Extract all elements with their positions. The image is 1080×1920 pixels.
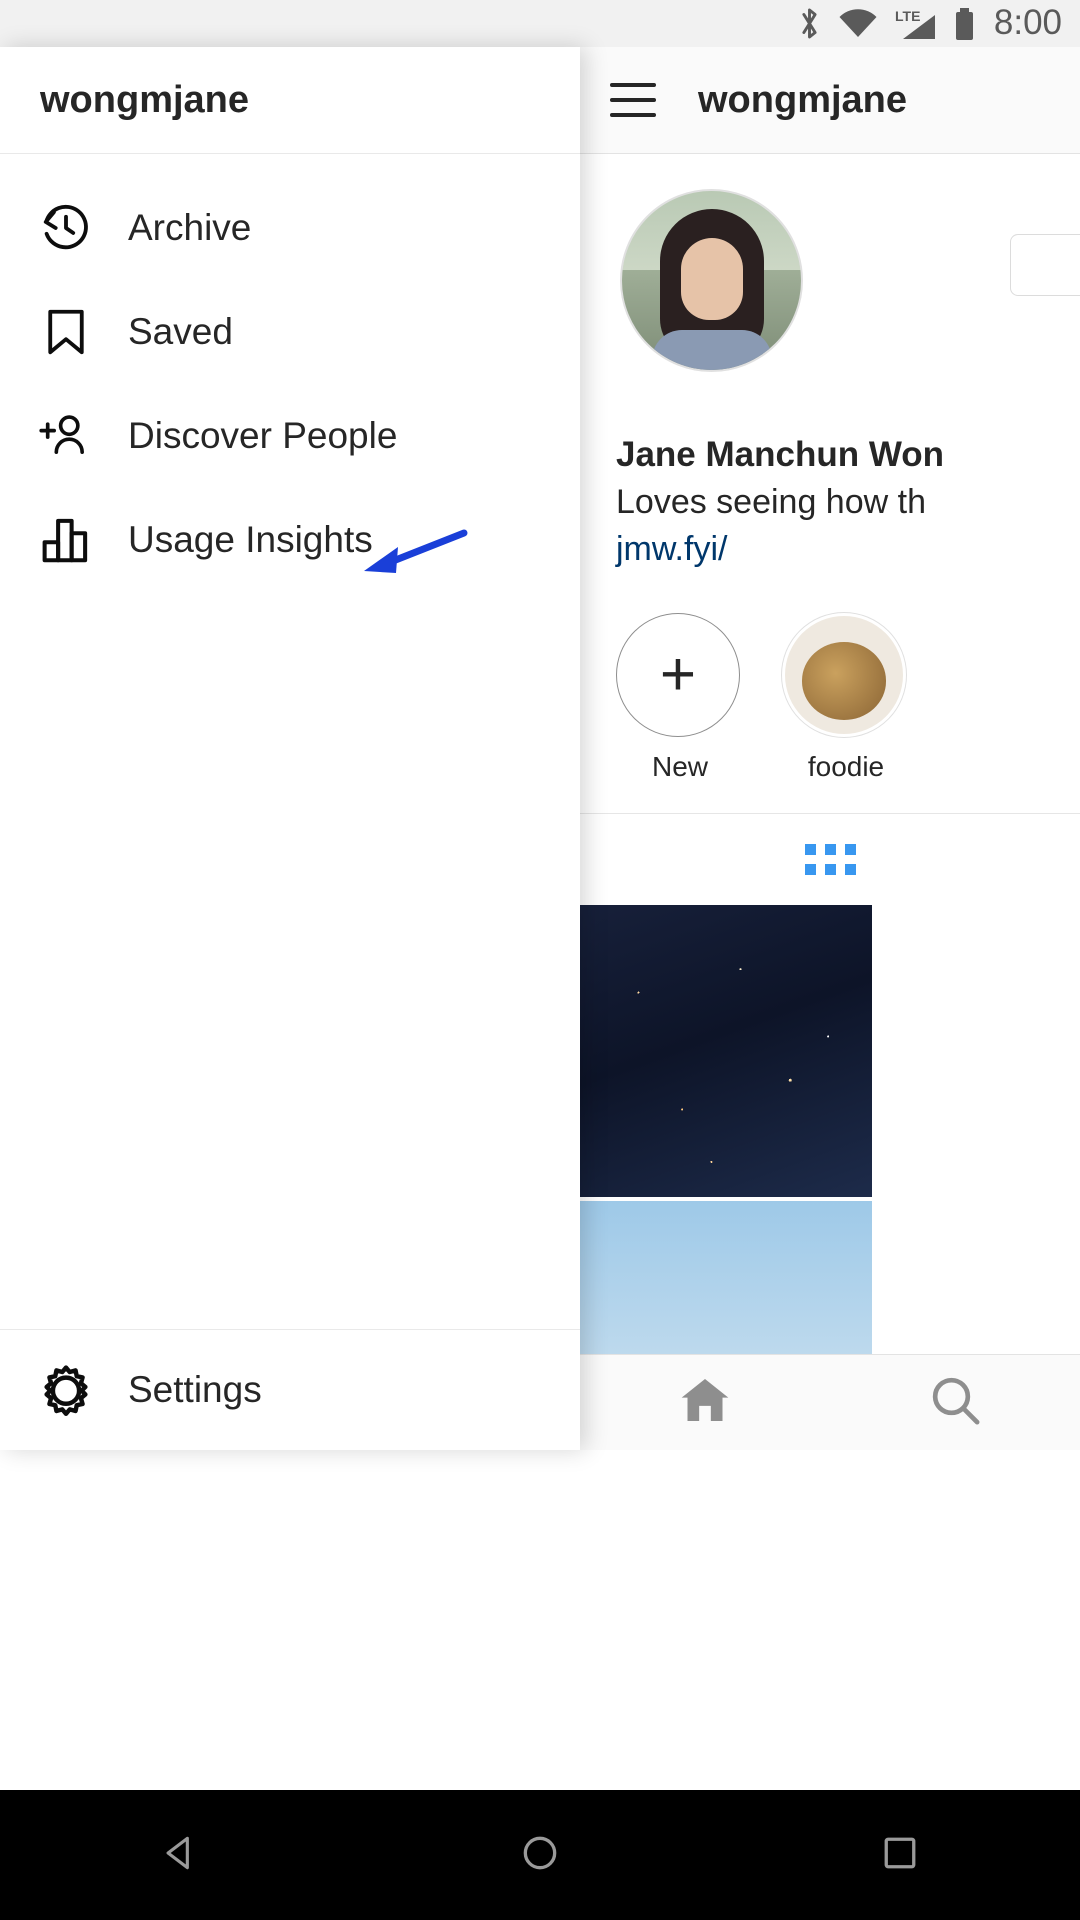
bar-chart-icon	[38, 512, 94, 568]
highlight-label: New	[651, 751, 708, 782]
gear-icon	[38, 1362, 94, 1418]
profile-tabbar	[580, 813, 1080, 905]
avatar-image	[622, 191, 801, 370]
profile-full-name: Jane Manchun Won	[616, 435, 944, 474]
lte-signal-icon: LTE	[893, 7, 939, 41]
bookmark-icon	[38, 304, 94, 360]
profile-header: wongmjane	[580, 47, 1080, 154]
battery-icon	[954, 7, 975, 41]
annotation-arrow-icon	[352, 525, 472, 600]
highlight-foodie[interactable]: foodie	[782, 613, 910, 783]
drawer-username: wongmjane	[40, 78, 250, 121]
highlight-thumbnail	[782, 613, 906, 737]
drawer-item-saved[interactable]: Saved	[0, 280, 580, 384]
story-highlights: + New foodie	[580, 569, 1080, 813]
grid-photo[interactable]	[580, 905, 872, 1197]
drawer-item-label: Usage Insights	[128, 519, 373, 560]
drawer-item-label: Saved	[128, 311, 233, 352]
profile-top: Jane Manchun Won Loves seeing how th jmw…	[580, 154, 1080, 569]
home-circle-icon[interactable]	[518, 1831, 562, 1880]
edit-profile-button[interactable]	[1010, 234, 1080, 296]
bluetooth-icon	[796, 5, 823, 42]
status-time: 8:00	[993, 2, 1062, 42]
svg-text:LTE: LTE	[895, 8, 920, 24]
avatar[interactable]	[620, 189, 803, 372]
drawer-item-usage-insights[interactable]: Usage Insights	[0, 488, 580, 592]
back-triangle-icon[interactable]	[158, 1831, 202, 1880]
drawer-item-label: Archive	[128, 207, 252, 248]
status-bar: LTE 8:00	[0, 0, 1080, 47]
bottom-nav	[580, 1354, 1080, 1450]
navigation-drawer: wongmjane Archive Saved Discover People …	[0, 47, 580, 1450]
drawer-item-archive[interactable]: Archive	[0, 176, 580, 280]
hamburger-icon[interactable]	[610, 83, 656, 117]
drawer-footer: Settings	[0, 1329, 580, 1450]
drawer-item-label: Settings	[128, 1369, 262, 1410]
drawer-item-discover-people[interactable]: Discover People	[0, 384, 580, 488]
drawer-menu: Archive Saved Discover People Usage Insi…	[0, 154, 580, 592]
highlight-label: foodie	[807, 751, 885, 782]
highlight-new[interactable]: + New	[616, 613, 744, 783]
search-icon[interactable]	[927, 1372, 983, 1433]
android-navigation-bar	[0, 1790, 1080, 1920]
profile-meta: Jane Manchun Won Loves seeing how th jmw…	[580, 435, 1080, 569]
grid-dots-icon[interactable]	[804, 844, 856, 875]
profile-header-title: wongmjane	[698, 78, 908, 121]
person-add-icon	[38, 408, 94, 464]
drawer-item-settings[interactable]: Settings	[0, 1330, 580, 1450]
archive-clock-icon	[38, 200, 94, 256]
plus-icon: +	[616, 613, 740, 737]
drawer-item-label: Discover People	[128, 415, 398, 456]
profile-bio: Loves seeing how th	[616, 483, 926, 521]
profile-link[interactable]: jmw.fyi/	[616, 530, 1080, 569]
home-icon[interactable]	[677, 1372, 733, 1433]
wifi-icon	[838, 8, 878, 39]
drawer-header: wongmjane	[0, 47, 580, 154]
phone-screen: LTE 8:00 wongmjane Jane Manchun Won Love…	[0, 0, 1080, 1920]
recents-square-icon[interactable]	[878, 1831, 922, 1880]
profile-panel: wongmjane Jane Manchun Won Loves seeing …	[580, 47, 1080, 1450]
